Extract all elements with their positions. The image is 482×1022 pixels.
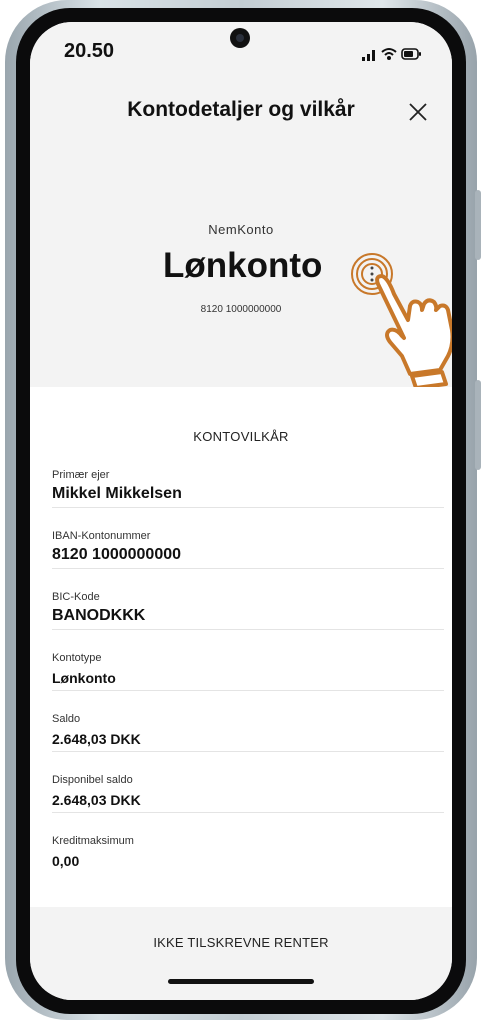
screen: 20.50 Kontodetaljer og vilkår NemKonto L… xyxy=(30,22,452,1000)
account-name: Lønkonto xyxy=(163,246,323,285)
row-label: Kreditmaksimum xyxy=(52,835,134,847)
row-label: IBAN-Kontonummer xyxy=(52,530,151,542)
row-value: 2.648,03 DKK xyxy=(52,731,141,747)
terms-section: KONTOVILKÅR Primær ejer Mikkel Mikkelsen… xyxy=(30,387,452,907)
page-title: Kontodetaljer og vilkår xyxy=(127,98,355,121)
accrued-interest-title: IKKE TILSKREVNE RENTER xyxy=(153,935,329,950)
list-item: BIC-Kode BANODKKK xyxy=(52,581,444,630)
row-label: Disponibel saldo xyxy=(52,774,133,786)
row-label: Primær ejer xyxy=(52,469,110,481)
wifi-icon xyxy=(381,48,397,60)
power-button xyxy=(475,380,481,470)
account-type: NemKonto xyxy=(208,222,274,237)
row-label: Kontotype xyxy=(52,652,102,664)
row-label: Saldo xyxy=(52,713,81,725)
signal-icon xyxy=(362,50,375,61)
volume-button xyxy=(475,190,481,260)
list-item: Primær ejer Mikkel Mikkelsen xyxy=(52,459,444,508)
account-summary: NemKonto Lønkonto 8120 1000000000 xyxy=(30,142,452,390)
row-value: BANODKKK xyxy=(52,607,146,624)
battery-icon xyxy=(401,48,421,60)
row-value: 2.648,03 DKK xyxy=(52,792,141,808)
list-item: Kontotype Lønkonto xyxy=(52,642,444,691)
status-bar: 20.50 xyxy=(30,22,452,82)
system-icons xyxy=(362,48,421,61)
header: Kontodetaljer og vilkår xyxy=(30,82,452,142)
home-indicator[interactable] xyxy=(168,979,314,984)
list-item: Saldo 2.648,03 DKK xyxy=(52,703,444,752)
pointing-hand-icon xyxy=(375,274,452,390)
status-time: 20.50 xyxy=(64,40,115,62)
list-item: IBAN-Kontonummer 8120 1000000000 xyxy=(52,520,444,569)
accrued-interest-section[interactable]: IKKE TILSKREVNE RENTER xyxy=(30,907,452,1000)
terms-title: KONTOVILKÅR xyxy=(193,429,289,444)
row-value: Mikkel Mikkelsen xyxy=(52,485,182,502)
close-icon[interactable] xyxy=(406,100,430,124)
camera-icon xyxy=(230,28,250,48)
row-value: 8120 1000000000 xyxy=(52,546,182,563)
terms-list: Primær ejer Mikkel Mikkelsen IBAN-Konton… xyxy=(52,459,444,873)
list-item: Kreditmaksimum 0,00 xyxy=(52,825,444,873)
list-item: Disponibel saldo 2.648,03 DKK xyxy=(52,764,444,813)
row-label: BIC-Kode xyxy=(52,591,100,603)
row-value: 0,00 xyxy=(52,853,80,869)
row-value: Lønkonto xyxy=(52,670,116,686)
